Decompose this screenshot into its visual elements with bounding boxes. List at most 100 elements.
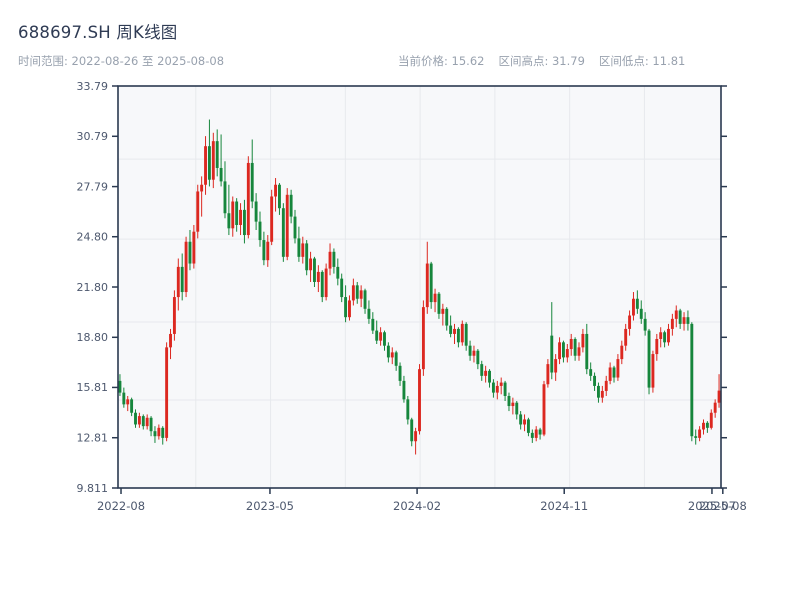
candle-body (612, 367, 616, 378)
candle-body (678, 310, 682, 324)
candle-body (313, 258, 316, 282)
x-tick-label: 2024-02 (393, 499, 441, 513)
candle-body (204, 146, 207, 185)
candle-body (488, 370, 491, 383)
candle-body (242, 209, 246, 236)
candle-body (476, 350, 480, 365)
candle-body (620, 345, 624, 360)
candle-body (246, 162, 250, 236)
candle-body (526, 419, 530, 433)
candle-body (270, 196, 274, 242)
candle-body (421, 307, 425, 370)
candle-body (390, 352, 394, 358)
candle-body (340, 278, 344, 298)
candle-body (709, 412, 713, 428)
candle-body (227, 213, 231, 229)
candle-body (585, 333, 589, 370)
candle-body (546, 364, 550, 385)
candle-body (597, 385, 600, 398)
candle-body (379, 332, 383, 341)
candle-body (433, 293, 437, 303)
y-tick-label: 12.81 (77, 432, 109, 445)
candle-body (223, 181, 227, 214)
y-tick-label: 9.811 (77, 482, 109, 495)
candle-body (659, 332, 663, 339)
candle-body (616, 359, 620, 378)
candle-body (456, 328, 460, 343)
candle-body (134, 412, 137, 425)
candle-body (573, 338, 577, 356)
candle-body (293, 216, 297, 239)
candle-body (309, 258, 313, 271)
candle-body (383, 332, 386, 346)
candle-body (484, 370, 488, 376)
candle-body (429, 263, 433, 303)
candle-body (324, 268, 328, 298)
candle-body (464, 323, 468, 346)
candle-body (410, 419, 414, 442)
candle-body (717, 390, 721, 403)
candle-body (705, 422, 709, 428)
candle-body (468, 345, 472, 356)
candle-body (363, 290, 367, 309)
x-tick-label: 2025-08 (699, 499, 747, 513)
x-tick-label: 2023-05 (246, 499, 294, 513)
candle-body (565, 349, 569, 358)
candle-body (149, 417, 153, 432)
candle-body (250, 162, 254, 202)
candle-body (503, 382, 507, 396)
candle-body (122, 392, 126, 405)
candle-body (643, 318, 647, 331)
candle-body (176, 266, 180, 298)
candle-body (145, 417, 149, 427)
candle-body (367, 308, 371, 319)
candle-body (153, 431, 157, 437)
candle-body (670, 318, 674, 329)
candle-body (437, 293, 441, 314)
candle-body (355, 285, 359, 299)
candle-body (402, 380, 406, 400)
candle-body (418, 369, 421, 432)
y-tick-label: 21.80 (77, 281, 109, 294)
candle-body (277, 184, 281, 209)
candle-body (262, 240, 266, 261)
candle-body (239, 209, 242, 225)
candle-body (600, 390, 604, 398)
candle-body (130, 399, 134, 413)
candle-body (141, 416, 145, 427)
candle-body (515, 402, 519, 415)
candle-body (480, 364, 484, 376)
candle-body (698, 429, 702, 438)
candle-body (316, 271, 320, 282)
candle-body (161, 427, 165, 438)
candle-body (558, 342, 562, 360)
y-tick-label: 33.79 (77, 80, 109, 93)
candle-body (332, 251, 336, 267)
candle-body (554, 359, 558, 373)
candle-body (215, 141, 219, 168)
candle-body (635, 298, 639, 309)
candle-body (371, 318, 375, 331)
candle-body (639, 308, 643, 319)
candle-body (647, 330, 651, 388)
x-tick-label: 2024-11 (540, 499, 588, 513)
candle-body (398, 365, 402, 381)
candle-body (118, 380, 122, 393)
candle-body (491, 382, 495, 393)
candle-body (651, 354, 655, 388)
candle-body (172, 297, 176, 334)
candle-body (231, 201, 235, 229)
candle-body (608, 367, 612, 381)
y-tick-label: 15.81 (77, 381, 109, 394)
candle-body (519, 414, 523, 425)
candle-body (219, 167, 223, 182)
candle-body (348, 300, 351, 318)
candle-body (534, 429, 538, 438)
candle-body (690, 323, 694, 437)
candle-body (289, 194, 293, 217)
candle-body (258, 221, 262, 241)
candle-body (445, 308, 449, 326)
candle-body (507, 395, 511, 407)
x-tick-label: 2022-08 (97, 499, 145, 513)
candle-body (344, 297, 348, 318)
